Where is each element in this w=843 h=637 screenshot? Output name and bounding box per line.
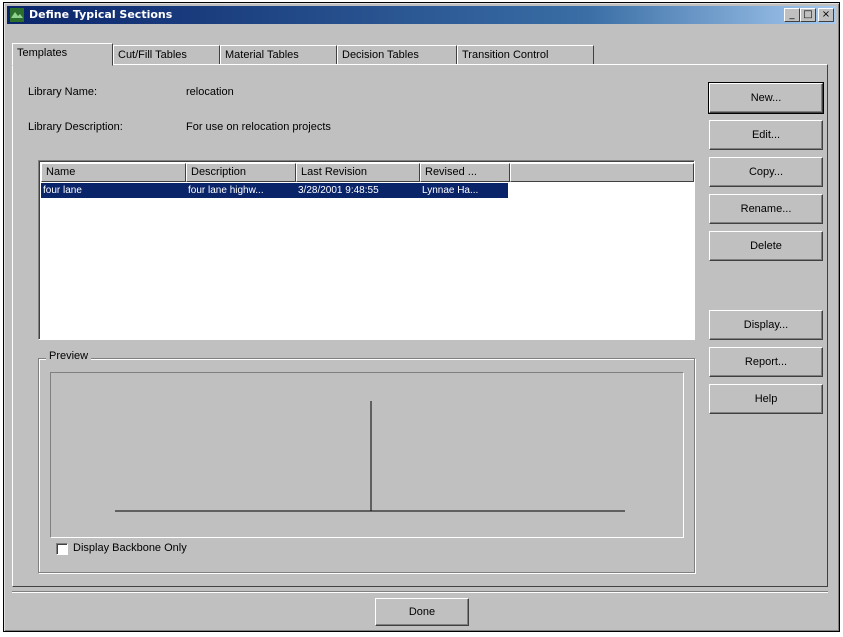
template-preview-drawing [115,401,625,512]
list-header: Name Description Last Revision Revised .… [41,163,694,182]
new-button[interactable]: New... [708,82,824,114]
window-title: Define Typical Sections [29,8,173,21]
templates-list[interactable]: Name Description Last Revision Revised .… [38,160,695,340]
tab-material-tables[interactable]: Material Tables [220,45,337,65]
preview-area [50,372,684,538]
column-header-name[interactable]: Name [41,163,186,182]
cell-name: four lane [43,185,82,196]
library-description-value: For use on relocation projects [186,121,331,133]
library-name-label: Library Name: [28,86,98,98]
table-row[interactable]: four lane four lane highw... 3/28/2001 9… [41,183,508,198]
maximize-button[interactable]: □ [800,8,816,22]
cell-description: four lane highw... [188,185,264,196]
library-name-value: relocation [186,86,234,98]
display-backbone-only-label[interactable]: Display Backbone Only [73,542,187,554]
delete-button[interactable]: Delete [709,231,823,261]
minimize-button[interactable]: _ [784,8,800,22]
column-header-blank [510,163,694,182]
tab-decision-tables[interactable]: Decision Tables [337,45,457,65]
column-header-description[interactable]: Description [186,163,296,182]
tab-templates[interactable]: Templates [12,43,113,66]
copy-button[interactable]: Copy... [709,157,823,187]
app-icon [10,8,24,22]
display-button[interactable]: Display... [709,310,823,340]
help-button[interactable]: Help [709,384,823,414]
preview-group-label: Preview [46,350,92,362]
cell-revised-by: Lynnae Ha... [422,185,479,196]
cell-last-revision: 3/28/2001 9:48:55 [298,185,379,196]
library-description-label: Library Description: [28,121,123,133]
title-bar[interactable]: Define Typical Sections _ □ × [7,6,836,24]
tab-transition-control[interactable]: Transition Control [457,45,594,65]
tab-cut-fill-tables[interactable]: Cut/Fill Tables [113,45,220,65]
rename-button[interactable]: Rename... [709,194,823,224]
separator [12,591,828,593]
report-button[interactable]: Report... [709,347,823,377]
column-header-revised[interactable]: Revised ... [420,163,510,182]
column-header-last-revision[interactable]: Last Revision [296,163,420,182]
done-button[interactable]: Done [375,598,469,626]
display-backbone-only-checkbox[interactable] [56,543,68,555]
edit-button[interactable]: Edit... [709,120,823,150]
close-button[interactable]: × [818,8,834,22]
